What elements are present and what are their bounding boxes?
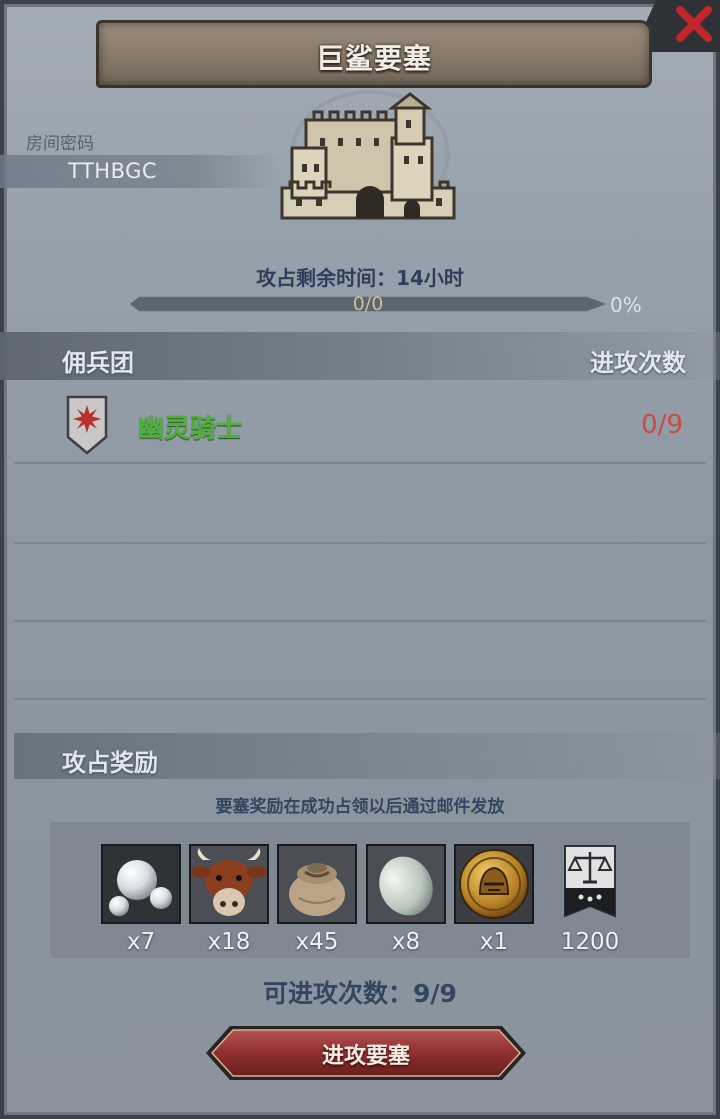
attack-fortress-button[interactable]: 进攻要塞 [204,1024,528,1082]
reward-qty: x45 [295,929,339,955]
reward-item-pearls[interactable] [101,844,181,924]
reward-item-justice-banner[interactable] [551,844,629,924]
castle-icon [280,90,456,220]
table-row[interactable] [14,384,706,464]
egg-icon [368,846,444,922]
remaining-attempts: 可进攻次数：9/9 [263,979,457,1008]
room-code-value: TTHBGC [68,159,158,183]
reward-qty: 1200 [560,929,620,955]
reward-title: 攻占奖励 [62,749,158,777]
column-attack-count: 进攻次数 [590,349,686,377]
close-button[interactable] [642,0,720,52]
reward-item-cow[interactable] [189,844,269,924]
reward-note: 要塞奖励在成功占领以后通过邮件发放 [215,797,505,817]
reward-item-egg[interactable] [366,844,446,924]
reward-item-helmet-coin[interactable] [454,844,534,924]
reward-qty: x1 [479,929,509,955]
capture-progress-percent: 0% [610,293,642,317]
time-remaining: 攻占剩余时间：14小时 [256,266,464,290]
attack-fortress-label: 进攻要塞 [321,1044,410,1069]
pearls-icon [109,860,172,916]
fortress-panel: 巨鲨要塞 房间密码 TTHBGC 攻占剩余时间：14小时 0/0 0% 佣兵团 … [0,0,720,1119]
table-row-empty [14,620,706,700]
reward-qty: x8 [391,929,421,955]
reward-qty: x18 [207,929,251,955]
title-banner: 巨鲨要塞 [96,20,652,88]
mercenary-attack-count: 0/9 [641,410,683,440]
reward-qty: x7 [126,929,156,955]
table-row-empty [14,464,706,544]
mercenary-emblem-icon [66,395,108,455]
helmet-coin-icon [456,846,532,922]
capture-progress-text: 0/0 [352,293,384,315]
cow-icon [191,846,267,922]
sack-icon [279,846,355,922]
justice-banner-icon [564,845,616,918]
column-mercenary-team: 佣兵团 [62,349,134,377]
room-code-label: 房间密码 [26,134,94,154]
close-icon [676,6,712,42]
reward-item-sack[interactable] [277,844,357,924]
page-title: 巨鲨要塞 [315,42,432,75]
mercenary-name: 幽灵骑士 [138,414,243,444]
table-row-empty [14,542,706,622]
